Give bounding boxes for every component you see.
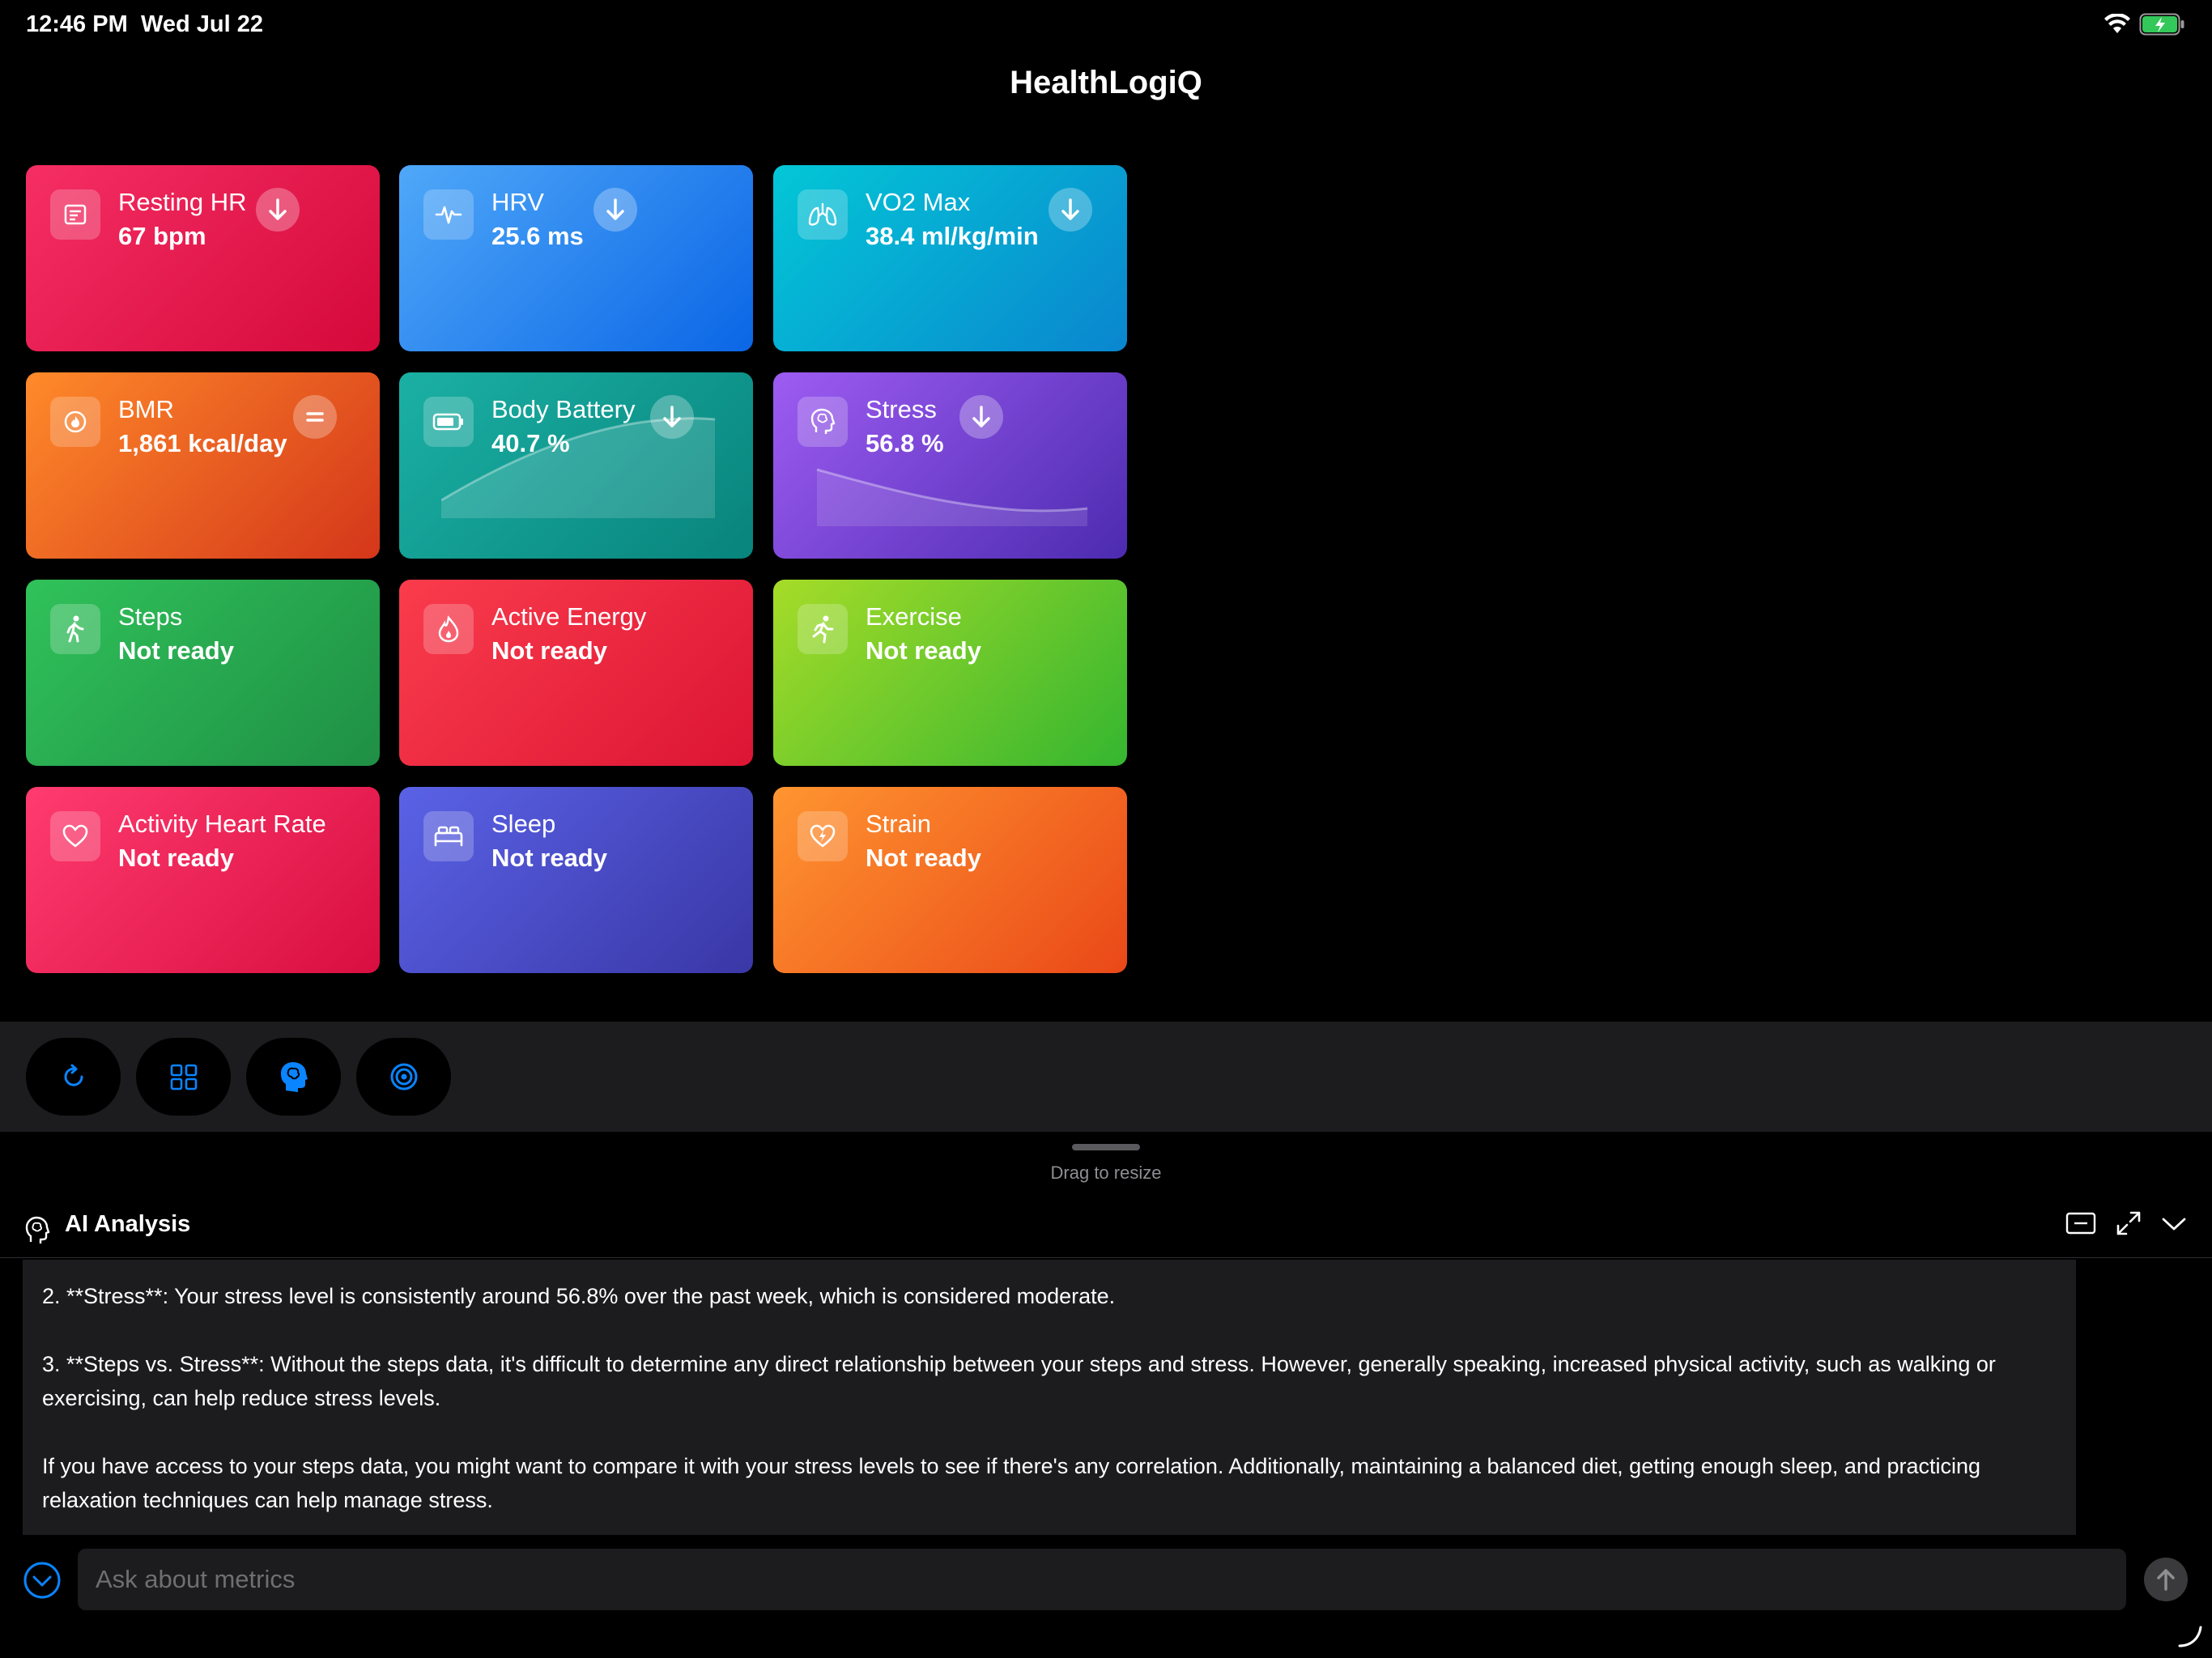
tile-value: 38.4 ml/kg/min (866, 222, 1039, 250)
tile-sleep[interactable]: Sleep Not ready (399, 787, 753, 973)
brain-head-icon (25, 1216, 50, 1244)
tile-stress[interactable]: Stress 56.8 % (773, 372, 1127, 559)
trend-equal-icon (293, 395, 337, 439)
tile-hrv[interactable]: HRV 25.6 ms (399, 165, 753, 351)
heart-bolt-icon (798, 811, 848, 861)
tile-value: Not ready (491, 844, 607, 872)
tile-body-battery[interactable]: Body Battery 40.7 % (399, 372, 753, 559)
tile-value: 67 bpm (118, 222, 206, 250)
tile-title: Sleep (491, 810, 556, 838)
status-icons (2104, 13, 2186, 36)
refresh-icon (64, 1064, 83, 1086)
wifi-icon (2104, 14, 2130, 33)
chevron-down-icon[interactable] (2160, 1214, 2188, 1233)
flame-drop-icon (423, 604, 474, 654)
tile-title: Stress (866, 395, 937, 423)
brain-head-icon (798, 397, 848, 447)
resize-label: Drag to resize (1050, 1163, 1162, 1183)
tile-activity-heart-rate[interactable]: Activity Heart Rate Not ready (26, 787, 380, 973)
tile-value: 40.7 % (491, 429, 570, 457)
waveform-icon (423, 189, 474, 240)
grid-view-button[interactable] (136, 1038, 231, 1116)
tile-title: BMR (118, 395, 174, 423)
tile-resting-hr[interactable]: Resting HR 67 bpm (26, 165, 380, 351)
heart-monitor-icon (50, 189, 100, 240)
tile-title: Body Battery (491, 395, 636, 423)
trend-down-icon (256, 188, 300, 232)
app-title: HealthLogiQ (1010, 65, 1202, 100)
panel-controls (2065, 1209, 2188, 1237)
running-figure-icon (798, 604, 848, 654)
tile-title: VO2 Max (866, 188, 971, 216)
battery-icon (423, 397, 474, 447)
tile-title: HRV (491, 188, 544, 216)
ai-analysis-header: AI Analysis (0, 1201, 2212, 1258)
ask-input[interactable] (78, 1549, 2126, 1610)
target-icon (390, 1063, 417, 1090)
send-button[interactable] (2144, 1558, 2188, 1601)
battery-charging-icon (2139, 13, 2184, 36)
walking-figure-icon (50, 604, 100, 654)
refresh-button[interactable] (26, 1038, 121, 1116)
expand-icon[interactable] (2115, 1209, 2142, 1237)
panel-title: AI Analysis (65, 1211, 191, 1237)
tile-steps[interactable]: Steps Not ready (26, 580, 380, 766)
arrow-up-icon (2157, 1569, 2175, 1591)
tile-vo2-max[interactable]: VO2 Max 38.4 ml/kg/min (773, 165, 1127, 351)
collapse-chevron-icon[interactable] (23, 1561, 62, 1600)
resize-handle[interactable] (1072, 1144, 1140, 1150)
ask-input-container (78, 1549, 2126, 1610)
tile-value: Not ready (118, 844, 234, 872)
resize-corner-icon[interactable] (2176, 1624, 2204, 1648)
status-bar: 12:46 PM Wed Jul 22 (0, 0, 2212, 52)
tile-strain[interactable]: Strain Not ready (773, 787, 1127, 973)
bed-icon (423, 811, 474, 861)
tile-title: Strain (866, 810, 931, 838)
flame-icon (50, 397, 100, 447)
trend-down-icon (1049, 188, 1092, 232)
analysis-content[interactable]: 2. **Stress**: Your stress level is cons… (23, 1260, 2076, 1535)
tile-value: 1,861 kcal/day (118, 429, 287, 457)
stress-sparkline (816, 468, 1088, 526)
minimize-icon[interactable] (2065, 1210, 2097, 1236)
analysis-paragraph: 2. **Stress**: Your stress level is cons… (42, 1284, 1116, 1308)
bottom-toolbar (0, 1022, 2212, 1132)
ai-analysis-button[interactable] (246, 1038, 341, 1116)
tile-bmr[interactable]: BMR 1,861 kcal/day (26, 372, 380, 559)
tile-title: Active Energy (491, 602, 647, 631)
heart-outline-icon (50, 811, 100, 861)
tile-value: 56.8 % (866, 429, 944, 457)
tile-value: 25.6 ms (491, 222, 584, 250)
tile-value: Not ready (866, 636, 981, 665)
trend-down-icon (593, 188, 637, 232)
tile-title: Steps (118, 602, 183, 631)
analysis-paragraph: 3. **Steps vs. Stress**: Without the ste… (42, 1352, 1996, 1410)
goals-button[interactable] (356, 1038, 451, 1116)
trend-down-icon (959, 395, 1003, 439)
tile-active-energy[interactable]: Active Energy Not ready (399, 580, 753, 766)
lungs-icon (798, 189, 848, 240)
brain-head-icon (280, 1062, 308, 1092)
trend-down-icon (650, 395, 694, 439)
tile-value: Not ready (118, 636, 234, 665)
tile-value: Not ready (491, 636, 607, 665)
analysis-paragraph: If you have access to your steps data, y… (42, 1454, 1980, 1512)
status-date: Wed Jul 22 (141, 11, 263, 37)
grid-icon (170, 1064, 197, 1090)
tile-title: Resting HR (118, 188, 247, 216)
tile-title: Exercise (866, 602, 962, 631)
tile-exercise[interactable]: Exercise Not ready (773, 580, 1127, 766)
tile-title: Activity Heart Rate (118, 810, 326, 838)
chat-input-area (0, 1538, 2212, 1658)
status-time: 12:46 PM (26, 11, 128, 37)
tile-value: Not ready (866, 844, 981, 872)
